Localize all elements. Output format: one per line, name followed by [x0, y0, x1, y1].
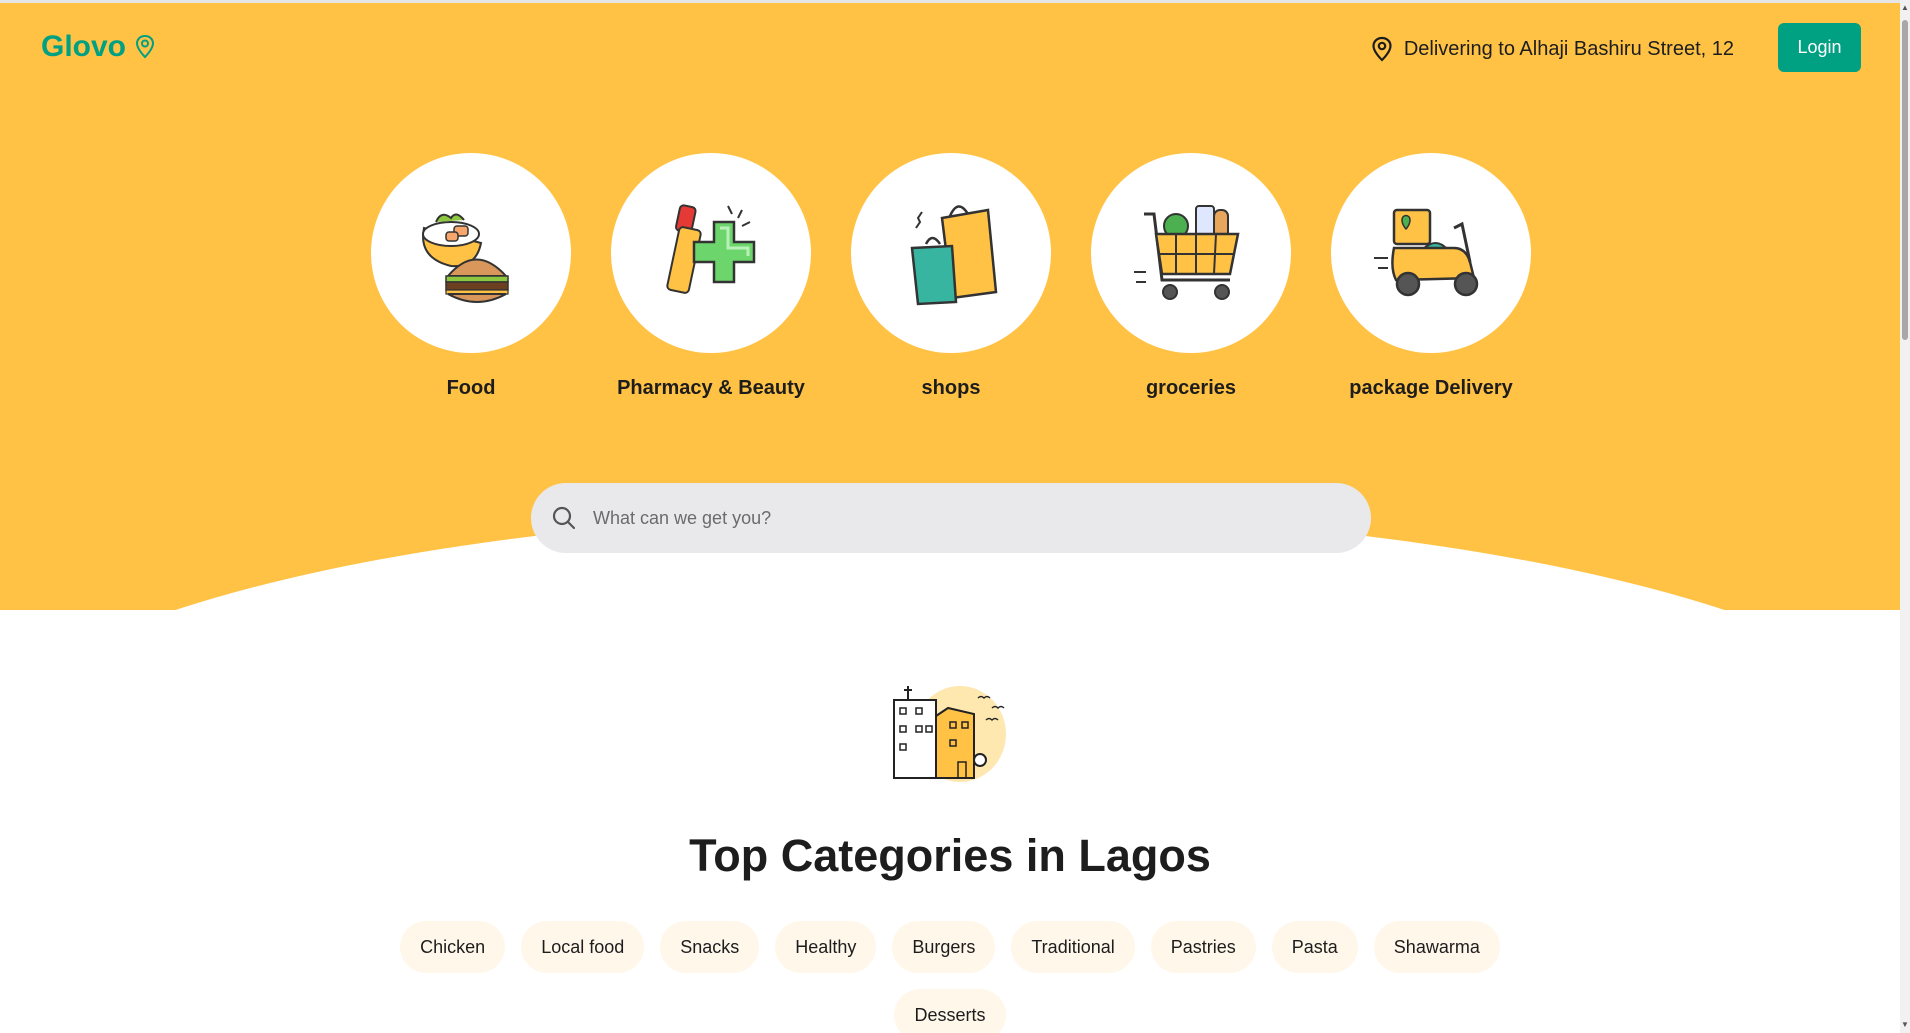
login-button[interactable]: Login: [1778, 23, 1861, 72]
delivery-address-text: Delivering to Alhaji Bashiru Street, 12: [1403, 37, 1734, 60]
category-label: groceries: [1145, 377, 1237, 399]
page: Glovo Delivering to Alhaji Bashiru Stree…: [0, 0, 1910, 1033]
section-title: Top Categories in Lagos: [689, 830, 1211, 881]
category-package-delivery[interactable]: package Delivery: [1331, 153, 1531, 400]
scrollbar-thumb[interactable]: [1902, 20, 1908, 340]
category-chips: Chicken Local food Snacks Healthy Burger…: [400, 921, 1500, 1033]
category-label: shops: [921, 377, 981, 399]
search-icon: [552, 506, 576, 530]
search-input[interactable]: [591, 506, 1295, 530]
delivery-address[interactable]: Delivering to Alhaji Bashiru Street, 12: [1370, 36, 1734, 62]
location-pin-icon: [136, 34, 155, 59]
chip-pasta[interactable]: Pasta: [1271, 921, 1358, 973]
shopping-bags-icon: [910, 205, 998, 306]
chip-traditional[interactable]: Traditional: [1011, 921, 1135, 973]
scroll-down-arrow-icon[interactable]: ▼: [1901, 1021, 1909, 1029]
category-circle: [1091, 153, 1291, 353]
food-icon: [422, 213, 509, 303]
category-groceries[interactable]: groceries: [1091, 153, 1291, 400]
category-circle: [1331, 153, 1531, 353]
scroll-up-arrow-icon[interactable]: ▲: [1901, 4, 1909, 12]
chip-healthy[interactable]: Healthy: [775, 921, 877, 973]
city-illustration: [893, 686, 1006, 782]
chip-burgers[interactable]: Burgers: [892, 921, 996, 973]
category-circle: [611, 153, 811, 353]
chip-chicken[interactable]: Chicken: [400, 921, 506, 973]
category-label: package Delivery: [1349, 377, 1513, 399]
chip-desserts[interactable]: Desserts: [894, 989, 1006, 1033]
category-circle: [371, 153, 571, 353]
category-label: Pharmacy & Beauty: [617, 377, 805, 399]
location-pin-icon: [1372, 36, 1392, 62]
search-bar[interactable]: [531, 483, 1371, 553]
category-list: Food Pharmacy & Beauty shops groceries p…: [371, 153, 1531, 400]
vertical-scrollbar[interactable]: ▲ ▼: [1900, 0, 1910, 1033]
category-shops[interactable]: shops: [851, 153, 1051, 400]
chip-shawarma[interactable]: Shawarma: [1373, 921, 1500, 973]
chip-local-food[interactable]: Local food: [521, 921, 645, 973]
category-pharmacy-beauty[interactable]: Pharmacy & Beauty: [611, 153, 811, 400]
category-label: Food: [446, 377, 496, 399]
chip-snacks[interactable]: Snacks: [660, 921, 760, 973]
category-circle: [851, 153, 1051, 353]
logo-text: Glovo: [41, 30, 127, 63]
delivery-scooter-icon: [1374, 208, 1479, 297]
grocery-cart-icon: [1134, 205, 1240, 300]
chip-pastries[interactable]: Pastries: [1150, 921, 1256, 973]
glovo-logo[interactable]: Glovo: [41, 30, 156, 64]
category-food[interactable]: Food: [371, 153, 571, 400]
pharmacy-icon: [666, 204, 756, 294]
